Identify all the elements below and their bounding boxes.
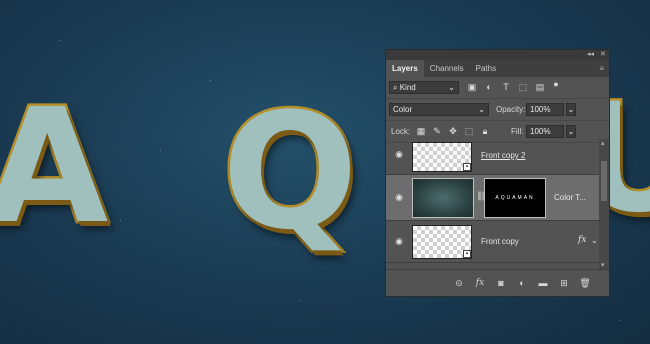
panel-menu-icon[interactable]: ≡: [599, 65, 604, 73]
search-icon: ⌕: [393, 83, 398, 92]
lock-transparent-icon[interactable]: ▦: [415, 125, 427, 137]
panel-titlebar[interactable]: ◂◂ ✕: [386, 50, 609, 60]
lock-artboard-icon[interactable]: ⬚: [463, 125, 475, 137]
tab-channels[interactable]: Channels: [424, 60, 470, 77]
add-style-icon[interactable]: fx: [474, 278, 486, 288]
close-icon[interactable]: ✕: [600, 50, 606, 58]
blend-mode-select[interactable]: Color ⌄: [389, 103, 489, 116]
chevron-down-icon: ⌄: [478, 105, 485, 114]
lock-label: Lock:: [391, 127, 411, 136]
smart-object-filter-icon[interactable]: ▤: [534, 81, 546, 93]
filter-kind-select[interactable]: ⌕ Kind ⌄: [389, 81, 459, 94]
opacity-value: 100%: [530, 105, 551, 114]
scroll-up-icon[interactable]: ▴: [601, 139, 605, 147]
blend-row: Color ⌄ Opacity: 100% ⌄: [386, 99, 609, 121]
panel-footer: ⊝ fx ◙ ◐ ▬ ⊞ 🗑︎: [386, 269, 609, 296]
link-layers-icon[interactable]: ⊝: [453, 278, 465, 288]
opacity-input[interactable]: 100%: [526, 103, 564, 116]
dust-speck: [210, 80, 211, 81]
dust-speck: [160, 150, 161, 151]
panel-tabs: Layers Channels Paths ≡: [386, 60, 609, 77]
layer-row[interactable]: ◉ ▪ Front copy fx ⌄: [386, 221, 599, 263]
mask-text: AQUAMAN: [495, 195, 535, 201]
lock-position-icon[interactable]: ✥: [447, 125, 459, 137]
eye-icon[interactable]: ◉: [393, 236, 405, 246]
filter-row: ⌕ Kind ⌄ ▣ ◐ T ⬚ ▤ ●: [386, 77, 609, 99]
layer-thumbnail: [412, 178, 474, 218]
effects-icon[interactable]: fx: [578, 235, 586, 245]
lock-all-icon[interactable]: 🔒︎: [479, 125, 491, 137]
opacity-label: Opacity:: [496, 105, 526, 114]
letter-a: A: [0, 75, 111, 259]
layer-name[interactable]: Color T...: [554, 193, 586, 202]
chevron-down-icon[interactable]: ⌄: [591, 236, 598, 245]
layer-thumbnail: ▪: [412, 142, 472, 172]
dust-speck: [60, 40, 61, 41]
pixel-filter-icon[interactable]: ▣: [466, 81, 478, 93]
dust-speck: [620, 320, 621, 321]
fill-input[interactable]: 100%: [526, 125, 564, 138]
letter-q: Q: [219, 78, 360, 265]
delete-layer-icon[interactable]: 🗑︎: [579, 278, 591, 288]
collapse-icon[interactable]: ◂◂: [587, 50, 594, 58]
filter-toggle-icon[interactable]: ●: [550, 78, 562, 90]
scroll-down-icon[interactable]: ▾: [601, 261, 605, 269]
layer-row[interactable]: ◉ ▪ Front copy 2: [386, 139, 599, 175]
layer-name[interactable]: Front copy: [481, 237, 519, 246]
new-adjustment-icon[interactable]: ◐: [516, 278, 528, 288]
chevron-down-icon: ⌄: [448, 83, 455, 92]
type-filter-icon[interactable]: T: [500, 81, 512, 93]
layer-row-selected[interactable]: ◉ ⛓ AQUAMAN Color T...: [386, 175, 599, 221]
layers-list: ◉ ▪ Front copy 2 ◉ ⛓ AQUAMAN Color T... …: [386, 139, 599, 269]
scrollbar-thumb[interactable]: [601, 161, 607, 201]
eye-icon[interactable]: ◉: [393, 192, 405, 202]
layers-panel: ◂◂ ✕ Layers Channels Paths ≡ ⌕ Kind ⌄ ▣ …: [385, 49, 610, 297]
layer-mask-thumbnail[interactable]: AQUAMAN: [484, 178, 546, 218]
tab-layers[interactable]: Layers: [386, 60, 424, 77]
new-group-icon[interactable]: ▬: [537, 278, 549, 288]
layer-name[interactable]: Front copy 2: [481, 151, 525, 160]
blend-mode-value: Color: [393, 105, 413, 114]
layer-thumbnail: ▪: [412, 225, 472, 259]
filter-kind-value: Kind: [399, 83, 416, 92]
dust-speck: [120, 220, 121, 221]
add-mask-icon[interactable]: ◙: [495, 278, 507, 288]
smart-object-icon: ▪: [463, 250, 471, 258]
tab-paths[interactable]: Paths: [470, 60, 502, 77]
fill-dropdown[interactable]: ⌄: [566, 125, 576, 138]
opacity-dropdown[interactable]: ⌄: [566, 103, 576, 116]
adjustment-filter-icon[interactable]: ◐: [483, 81, 495, 93]
fill-label: Fill:: [511, 127, 524, 136]
shape-filter-icon[interactable]: ⬚: [517, 81, 529, 93]
layers-scrollbar[interactable]: ▴ ▾: [599, 139, 609, 269]
smart-object-icon: ▪: [463, 163, 471, 171]
lock-paint-icon[interactable]: ✎: [431, 125, 443, 137]
new-layer-icon[interactable]: ⊞: [558, 278, 570, 288]
eye-icon[interactable]: ◉: [393, 149, 405, 159]
fill-value: 100%: [530, 127, 551, 136]
dust-speck: [300, 300, 301, 301]
